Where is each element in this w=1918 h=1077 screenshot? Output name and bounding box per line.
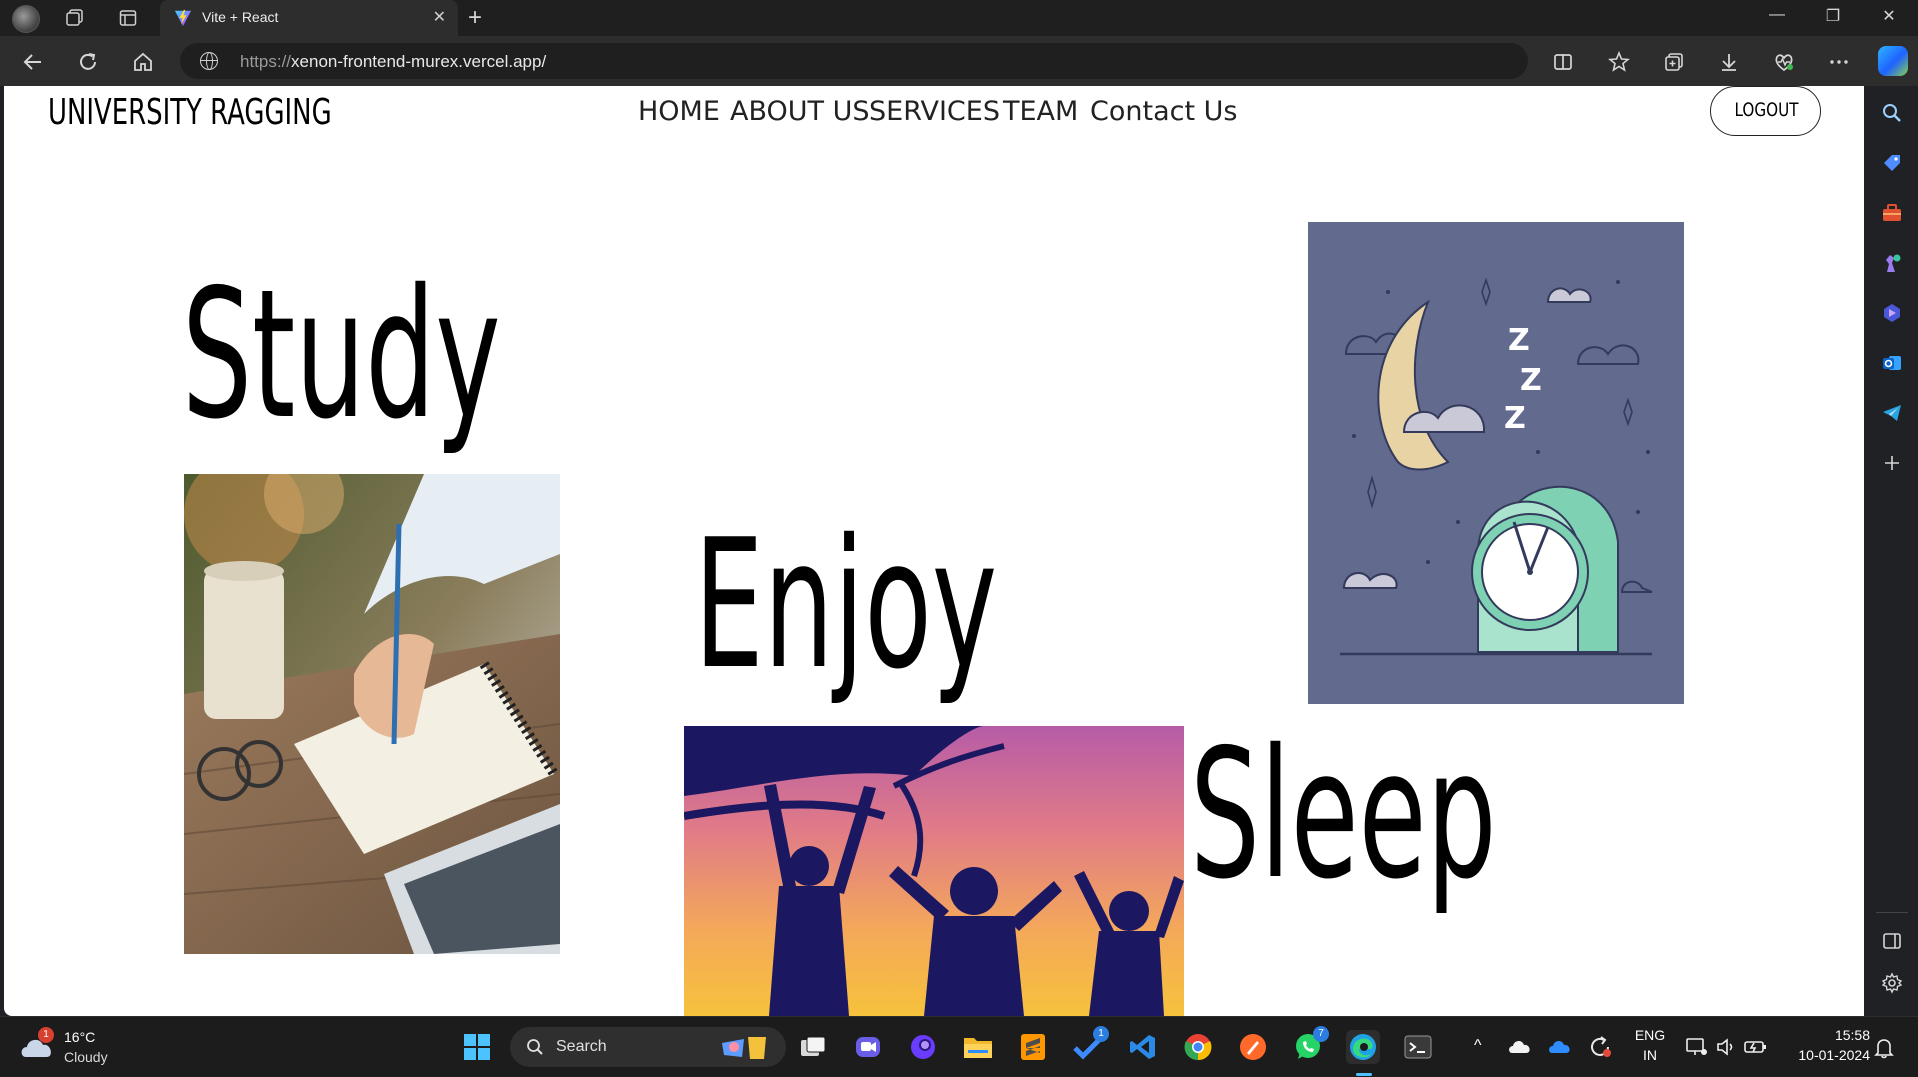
favorites-icon[interactable] (1606, 49, 1632, 75)
weather-temp: 16°C (64, 1029, 96, 1045)
chrome-icon[interactable] (1181, 1030, 1215, 1064)
whatsapp-badge: 7 (1313, 1026, 1329, 1042)
todo-badge: 1 (1093, 1026, 1109, 1042)
zzz-letter-3: Z (1504, 401, 1526, 436)
enjoy-image (684, 726, 1184, 1016)
weather-desc: Cloudy (64, 1049, 108, 1065)
url-text[interactable]: https://xenon-frontend-murex.vercel.app/ (240, 52, 546, 72)
close-window-button[interactable]: ✕ (1866, 6, 1912, 30)
edge-icon[interactable] (1346, 1030, 1380, 1064)
telegram-icon[interactable] (1879, 400, 1905, 426)
study-image (184, 474, 560, 954)
file-explorer-icon[interactable] (961, 1030, 995, 1064)
brave-icon[interactable] (1236, 1030, 1270, 1064)
back-icon[interactable] (20, 49, 46, 75)
study-heading: Study (182, 251, 501, 458)
sleep-heading: Sleep (1190, 711, 1497, 918)
tools-icon[interactable] (1879, 200, 1905, 226)
add-icon[interactable] (1879, 450, 1905, 476)
copilot-icon[interactable] (1878, 46, 1908, 76)
collections-icon[interactable] (1661, 49, 1687, 75)
language-line-1[interactable]: ENG (1632, 1027, 1668, 1043)
refresh-icon[interactable] (75, 49, 101, 75)
sidebar-toggle-icon[interactable] (1879, 928, 1905, 954)
workspaces-icon[interactable] (64, 7, 86, 29)
language-line-2[interactable]: IN (1632, 1047, 1668, 1063)
split-screen-icon[interactable] (1550, 49, 1576, 75)
taskbar-search[interactable]: Search (510, 1027, 786, 1067)
notifications-icon[interactable] (1874, 1037, 1894, 1063)
search-icon[interactable] (1879, 100, 1905, 126)
restore-button[interactable]: ❐ (1810, 6, 1856, 30)
terminal-icon[interactable] (1401, 1030, 1435, 1064)
nav-item-team[interactable]: TEAM (1003, 96, 1090, 127)
settings-icon[interactable] (1879, 970, 1905, 996)
shopping-icon[interactable] (1879, 150, 1905, 176)
nav-item-contact-us[interactable]: Contact Us (1090, 96, 1237, 127)
vscode-icon[interactable] (1126, 1030, 1160, 1064)
battery-icon[interactable] (1744, 1037, 1768, 1061)
weather-cloud-icon[interactable]: 1 (20, 1027, 56, 1061)
address-bar[interactable]: https://xenon-frontend-murex.vercel.app/ (180, 43, 1528, 79)
network-icon[interactable] (1686, 1037, 1708, 1061)
search-icon (527, 1039, 543, 1055)
sync-icon[interactable] (1588, 1035, 1612, 1063)
active-app-indicator (1356, 1073, 1372, 1076)
tray-overflow-caret[interactable]: ^ (1474, 1037, 1482, 1055)
onedrive-icon[interactable] (1508, 1037, 1532, 1059)
logout-button[interactable]: LOGOUT (1710, 86, 1821, 136)
globe-icon (200, 52, 218, 70)
clock-time[interactable]: 15:58 (1780, 1027, 1870, 1043)
tab-vite-react[interactable]: Vite + React ✕ (160, 0, 458, 36)
main-nav: HOME ABOUT US SERVICES TEAM Contact Us (638, 96, 1237, 127)
nav-item-about-us[interactable]: ABOUT US (730, 96, 870, 127)
enjoy-heading: Enjoy (694, 501, 998, 708)
sublime-icon[interactable] (1016, 1030, 1050, 1064)
whatsapp-icon[interactable]: 7 (1291, 1026, 1329, 1064)
sleep-image: Z Z Z (1308, 222, 1684, 704)
windows-start-icon[interactable] (460, 1030, 494, 1064)
copilot-app-icon[interactable] (1879, 300, 1905, 326)
copilot-taskbar-icon[interactable] (906, 1030, 940, 1064)
outlook-icon[interactable] (1879, 350, 1905, 376)
sidebar-divider (1876, 912, 1908, 913)
minimize-button[interactable]: — (1754, 6, 1800, 30)
onedrive-business-icon[interactable] (1548, 1037, 1572, 1059)
vite-favicon-icon (174, 9, 192, 27)
windows-taskbar: 1 16°C Cloudy Search 1 7 ^ ENG IN 15:58 … (0, 1016, 1918, 1077)
home-icon[interactable] (130, 49, 156, 75)
browser-toolbar: https://xenon-frontend-murex.vercel.app/ (0, 36, 1918, 86)
tab-title: Vite + React (202, 9, 279, 25)
weather-badge: 1 (38, 1027, 54, 1043)
close-tab-button[interactable]: ✕ (433, 7, 446, 26)
browser-titlebar: Vite + React ✕ + — ❐ ✕ (0, 0, 1918, 36)
games-icon[interactable] (1879, 250, 1905, 276)
task-view-icon[interactable] (796, 1030, 830, 1064)
profile-avatar[interactable] (12, 5, 40, 33)
teams-icon[interactable] (851, 1030, 885, 1064)
tab-actions-icon[interactable] (117, 7, 139, 29)
nav-item-home[interactable]: HOME (638, 96, 730, 127)
zzz-letter-1: Z (1508, 323, 1530, 358)
nav-item-services[interactable]: SERVICES (869, 96, 1003, 127)
site-brand[interactable]: UNIVERSITY RAGGING (48, 92, 332, 133)
web-page: UNIVERSITY RAGGING HOME ABOUT US SERVICE… (4, 86, 1864, 1016)
clock-date[interactable]: 10-01-2024 (1780, 1047, 1870, 1063)
volume-icon[interactable] (1716, 1037, 1738, 1061)
search-highlight-icon (722, 1037, 766, 1059)
edge-sidebar (1866, 86, 1918, 1016)
browser-essentials-icon[interactable] (1771, 49, 1797, 75)
zzz-letter-2: Z (1520, 363, 1542, 398)
todo-icon[interactable]: 1 (1071, 1026, 1109, 1064)
downloads-icon[interactable] (1716, 49, 1742, 75)
new-tab-button[interactable]: + (468, 4, 482, 32)
more-icon[interactable] (1826, 49, 1852, 75)
